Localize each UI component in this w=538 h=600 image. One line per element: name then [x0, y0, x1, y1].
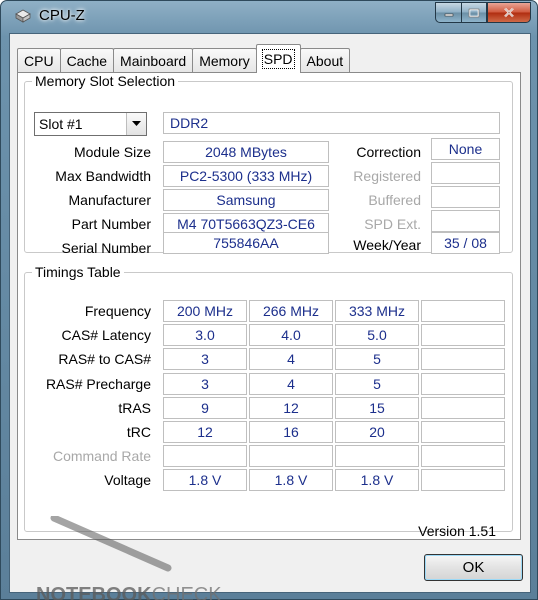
memory-type-field: DDR2 — [163, 112, 500, 134]
timings-group: Timings Table Frequency 200 MHz 266 MHz 333… — [24, 264, 513, 532]
cpuz-app-icon — [15, 9, 31, 23]
close-icon — [504, 7, 514, 18]
tab-cache[interactable]: Cache — [59, 48, 115, 73]
timing-cell: 20 — [335, 421, 419, 443]
timing-row-label: tRC — [126, 424, 151, 440]
timing-row-label: RAS# to CAS# — [58, 351, 151, 368]
week-year-field: 35 / 08 — [431, 232, 500, 254]
timing-cell: 1.8 V — [249, 469, 333, 492]
tab-label: Memory — [199, 53, 250, 69]
tab-strip: CPU Cache Mainboard Memory SPD About — [17, 44, 351, 73]
timing-row-label: RAS# Precharge — [45, 375, 151, 392]
timing-row-label: tRAS — [118, 399, 151, 416]
timing-cell — [421, 324, 505, 347]
window-title: CPU-Z — [39, 7, 85, 24]
tab-about[interactable]: About — [299, 48, 351, 73]
cpuz-window: CPU-Z CPU Cache Mainboard Memory SPD Abo… — [0, 0, 538, 600]
timing-cell: 12 — [249, 396, 333, 419]
timing-cell — [421, 348, 505, 371]
tab-label: About — [306, 53, 344, 69]
part-number-label: Part Number — [71, 216, 151, 232]
tab-label: Cache — [66, 53, 108, 69]
group-title: Memory Slot Selection — [32, 73, 179, 89]
ok-button[interactable]: OK — [424, 554, 523, 581]
timing-cell: 3 — [163, 372, 247, 395]
tab-label: SPD — [261, 49, 295, 69]
dropdown-arrow-icon[interactable] — [126, 113, 146, 135]
manufacturer-field: Samsung — [163, 189, 329, 211]
timing-cell — [249, 445, 333, 468]
timing-cell: 4 — [249, 348, 333, 371]
serial-number-label: Serial Number — [61, 240, 151, 256]
watermark-bold: NOTEBOOK — [36, 584, 152, 600]
timing-cell: 1.8 V — [163, 469, 247, 492]
serial-number-field: 755846AA — [163, 232, 329, 254]
timing-cell: 15 — [335, 396, 419, 419]
client-area: CPU Cache Mainboard Memory SPD About Mem… — [9, 33, 531, 600]
timing-cell: 4.0 — [249, 324, 333, 347]
timing-cell — [421, 445, 505, 468]
spd-ext-label: SPD Ext. — [364, 216, 421, 232]
timing-row-label: CAS# Latency — [61, 327, 152, 344]
caption-buttons — [435, 2, 531, 23]
memory-slot-group: Memory Slot Selection Slot #1 DDR2 Modul… — [24, 73, 513, 256]
timing-row-label: Command Rate — [52, 448, 151, 465]
timing-cell: 3 — [163, 348, 247, 371]
tab-spd[interactable]: SPD — [255, 44, 301, 73]
module-size-field: 2048 MBytes — [163, 141, 329, 163]
module-size-label: Module Size — [73, 144, 151, 160]
slot-select-value: Slot #1 — [39, 116, 83, 132]
registered-label: Registered — [353, 168, 421, 184]
spd-ext-field — [431, 210, 500, 232]
timing-cell: 266 MHz — [249, 300, 333, 322]
timing-cell — [163, 445, 247, 468]
tab-cpu[interactable]: CPU — [17, 48, 61, 73]
timing-cell — [421, 396, 505, 419]
timing-cell — [421, 421, 505, 443]
timing-cell: 12 — [163, 421, 247, 443]
registered-field — [431, 162, 500, 184]
timing-cell: 5.0 — [335, 324, 419, 347]
timing-cell — [421, 300, 505, 322]
timing-cell: 333 MHz — [335, 300, 419, 322]
timing-cell — [421, 469, 505, 492]
minimize-icon — [444, 13, 453, 16]
timing-row-label: Voltage — [104, 472, 151, 489]
timing-cell: 4 — [249, 372, 333, 395]
close-button[interactable] — [487, 2, 531, 23]
buffered-field — [431, 186, 500, 208]
timing-cell: 200 MHz — [163, 300, 247, 322]
spd-panel: Memory Slot Selection Slot #1 DDR2 Modul… — [17, 72, 521, 540]
version-label: Version 1.51 — [418, 523, 496, 539]
buffered-label: Buffered — [368, 192, 421, 208]
tab-label: Mainboard — [120, 53, 187, 69]
tab-label: CPU — [24, 53, 54, 69]
timing-cell: 16 — [249, 421, 333, 443]
timing-cell: 5 — [335, 348, 419, 371]
timing-cell: 9 — [163, 396, 247, 419]
minimize-button[interactable] — [435, 2, 461, 23]
max-bandwidth-label: Max Bandwidth — [55, 168, 151, 184]
tab-memory[interactable]: Memory — [192, 48, 257, 73]
slot-select[interactable]: Slot #1 — [34, 112, 147, 136]
manufacturer-label: Manufacturer — [68, 192, 151, 208]
maximize-button[interactable] — [461, 2, 487, 23]
correction-label: Correction — [356, 144, 421, 160]
correction-field: None — [431, 138, 500, 160]
timing-cell: 1.8 V — [335, 469, 419, 492]
timing-cell: 5 — [335, 372, 419, 395]
watermark-light: CHECK — [151, 584, 222, 600]
max-bandwidth-field: PC2-5300 (333 MHz) — [163, 165, 329, 187]
group-title: Timings Table — [32, 264, 124, 280]
maximize-icon — [468, 8, 480, 17]
week-year-label: Week/Year — [353, 237, 421, 253]
title-bar[interactable]: CPU-Z — [1, 1, 537, 33]
timing-cell: 3.0 — [163, 324, 247, 347]
timing-row-label: Frequency — [84, 303, 151, 319]
watermark-logo: NOTEBOOKCHECK — [36, 584, 222, 600]
timing-cell — [421, 372, 505, 395]
timing-cell — [335, 445, 419, 468]
tab-mainboard[interactable]: Mainboard — [113, 48, 194, 73]
